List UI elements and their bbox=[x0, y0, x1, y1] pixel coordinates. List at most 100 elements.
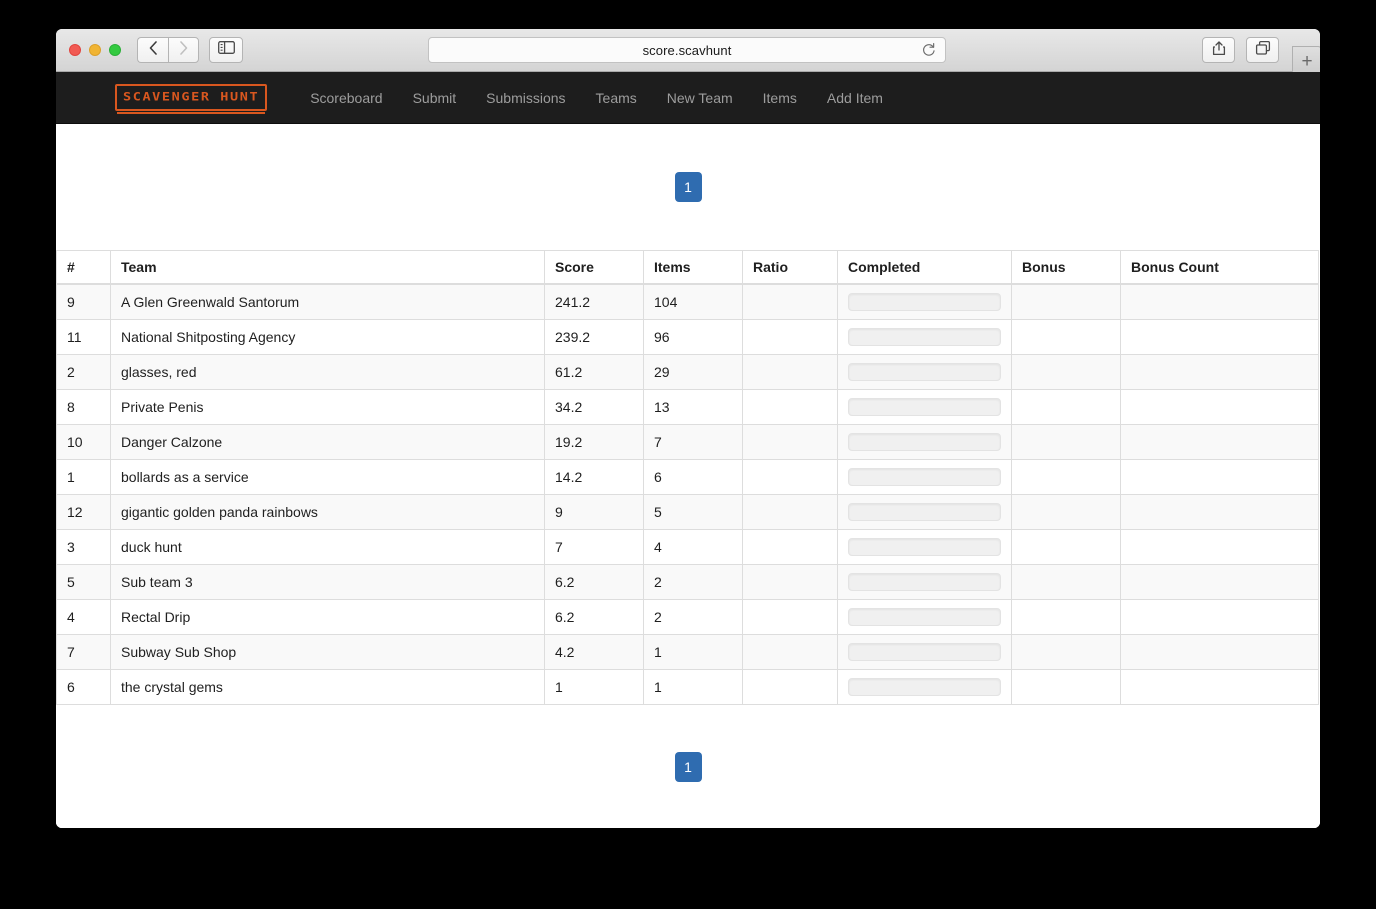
cell-score: 14.2 bbox=[544, 459, 644, 495]
cell-ratio bbox=[742, 424, 838, 460]
table-row[interactable]: 4 Rectal Drip 6.2 2 bbox=[56, 599, 1319, 635]
cell-completed bbox=[837, 354, 1012, 390]
cell-ratio bbox=[742, 283, 838, 320]
nav-link-submissions[interactable]: Submissions bbox=[471, 72, 580, 124]
column-header-completed[interactable]: Completed bbox=[837, 250, 1012, 285]
column-header-rank[interactable]: # bbox=[56, 250, 111, 285]
nav-link-add-item[interactable]: Add Item bbox=[812, 72, 898, 124]
cell-bonus bbox=[1011, 494, 1121, 530]
cell-ratio bbox=[742, 354, 838, 390]
pagination-page-1-top[interactable]: 1 bbox=[674, 172, 702, 202]
browser-titlebar: score.scavhunt + bbox=[56, 29, 1320, 76]
cell-rank: 7 bbox=[56, 634, 111, 670]
nav-link-scoreboard[interactable]: Scoreboard bbox=[295, 72, 397, 124]
column-header-score[interactable]: Score bbox=[544, 250, 644, 285]
share-button[interactable] bbox=[1202, 37, 1235, 63]
back-button[interactable] bbox=[137, 37, 168, 63]
cell-rank: 10 bbox=[56, 424, 111, 460]
table-row[interactable]: 6 the crystal gems 1 1 bbox=[56, 669, 1319, 705]
column-header-bonus-count[interactable]: Bonus Count bbox=[1120, 250, 1319, 285]
column-header-bonus[interactable]: Bonus bbox=[1011, 250, 1121, 285]
cell-bonus bbox=[1011, 354, 1121, 390]
column-header-items[interactable]: Items bbox=[643, 250, 743, 285]
completion-progress-bar bbox=[848, 363, 1001, 381]
cell-items: 1 bbox=[643, 634, 743, 670]
address-bar[interactable]: score.scavhunt bbox=[428, 37, 946, 63]
site-logo-text: SCAVENGER HUNT bbox=[123, 90, 260, 104]
cell-completed bbox=[837, 319, 1012, 355]
column-header-ratio[interactable]: Ratio bbox=[742, 250, 838, 285]
table-row[interactable]: 12 gigantic golden panda rainbows 9 5 bbox=[56, 494, 1319, 530]
cell-bonus-count bbox=[1120, 319, 1319, 355]
cell-bonus-count bbox=[1120, 283, 1319, 320]
nav-link-submit[interactable]: Submit bbox=[398, 72, 472, 124]
cell-items: 5 bbox=[643, 494, 743, 530]
cell-rank: 2 bbox=[56, 354, 111, 390]
cell-rank: 5 bbox=[56, 564, 111, 600]
close-window-button[interactable] bbox=[69, 44, 81, 56]
cell-items: 7 bbox=[643, 424, 743, 460]
cell-bonus-count bbox=[1120, 354, 1319, 390]
table-row[interactable]: 7 Subway Sub Shop 4.2 1 bbox=[56, 634, 1319, 670]
cell-completed bbox=[837, 599, 1012, 635]
chevron-right-icon bbox=[179, 40, 188, 60]
completion-progress-bar bbox=[848, 678, 1001, 696]
cell-ratio bbox=[742, 599, 838, 635]
cell-score: 239.2 bbox=[544, 319, 644, 355]
cell-rank: 9 bbox=[56, 283, 111, 320]
sidebar-toggle-button[interactable] bbox=[209, 37, 243, 63]
completion-progress-bar bbox=[848, 573, 1001, 591]
table-row[interactable]: 5 Sub team 3 6.2 2 bbox=[56, 564, 1319, 600]
cell-ratio bbox=[742, 564, 838, 600]
table-row[interactable]: 3 duck hunt 7 4 bbox=[56, 529, 1319, 565]
cell-bonus-count bbox=[1120, 389, 1319, 425]
cell-completed bbox=[837, 529, 1012, 565]
cell-items: 2 bbox=[643, 599, 743, 635]
cell-rank: 6 bbox=[56, 669, 111, 705]
site-logo[interactable]: SCAVENGER HUNT bbox=[115, 84, 268, 114]
cell-items: 4 bbox=[643, 529, 743, 565]
scoreboard-body: 9A Glen Greenwald Santorum 241.2 104 11 Nati… bbox=[56, 283, 1319, 705]
forward-button[interactable] bbox=[168, 37, 199, 63]
pagination-page-1-bottom[interactable]: 1 bbox=[674, 752, 702, 782]
cell-completed bbox=[837, 283, 1012, 320]
completion-progress-bar bbox=[848, 643, 1001, 661]
cell-score: 241.2 bbox=[544, 283, 644, 320]
completion-progress-bar bbox=[848, 293, 1001, 311]
cell-items: 2 bbox=[643, 564, 743, 600]
page-content: 1 # Team Score Items Ratio Completed Bon… bbox=[56, 124, 1320, 828]
cell-rank: 11 bbox=[56, 319, 111, 355]
pagination-top: 1 bbox=[56, 124, 1320, 250]
table-row[interactable]: 10 Danger Calzone 19.2 7 bbox=[56, 424, 1319, 460]
maximize-window-button[interactable] bbox=[109, 44, 121, 56]
cell-score: 34.2 bbox=[544, 389, 644, 425]
cell-team: Subway Sub Shop bbox=[110, 634, 545, 670]
nav-link-teams[interactable]: Teams bbox=[581, 72, 652, 124]
chevron-left-icon bbox=[149, 40, 158, 60]
cell-score: 9 bbox=[544, 494, 644, 530]
cell-ratio bbox=[742, 494, 838, 530]
show-tabs-button[interactable] bbox=[1246, 37, 1279, 63]
table-row[interactable]: 2 glasses, red 61.2 29 bbox=[56, 354, 1319, 390]
table-row[interactable]: 9A Glen Greenwald Santorum 241.2 104 bbox=[56, 283, 1319, 320]
cell-team: Sub team 3 bbox=[110, 564, 545, 600]
cell-score: 4.2 bbox=[544, 634, 644, 670]
show-tabs-icon bbox=[1255, 40, 1271, 61]
cell-score: 1 bbox=[544, 669, 644, 705]
minimize-window-button[interactable] bbox=[89, 44, 101, 56]
cell-bonus bbox=[1011, 529, 1121, 565]
cell-rank: 8 bbox=[56, 389, 111, 425]
completion-progress-bar bbox=[848, 468, 1001, 486]
nav-link-new-team[interactable]: New Team bbox=[652, 72, 748, 124]
table-row[interactable]: 11 National Shitposting Agency 239.2 96 bbox=[56, 319, 1319, 355]
cell-completed bbox=[837, 669, 1012, 705]
cell-team: glasses, red bbox=[110, 354, 545, 390]
nav-link-items[interactable]: Items bbox=[748, 72, 812, 124]
cell-ratio bbox=[742, 634, 838, 670]
table-row[interactable]: 8 Private Penis 34.2 13 bbox=[56, 389, 1319, 425]
window-controls bbox=[69, 44, 121, 56]
reload-icon[interactable] bbox=[921, 42, 936, 62]
table-row[interactable]: 1 bollards as a service 14.2 6 bbox=[56, 459, 1319, 495]
completion-progress-bar bbox=[848, 608, 1001, 626]
column-header-team[interactable]: Team bbox=[110, 250, 545, 285]
